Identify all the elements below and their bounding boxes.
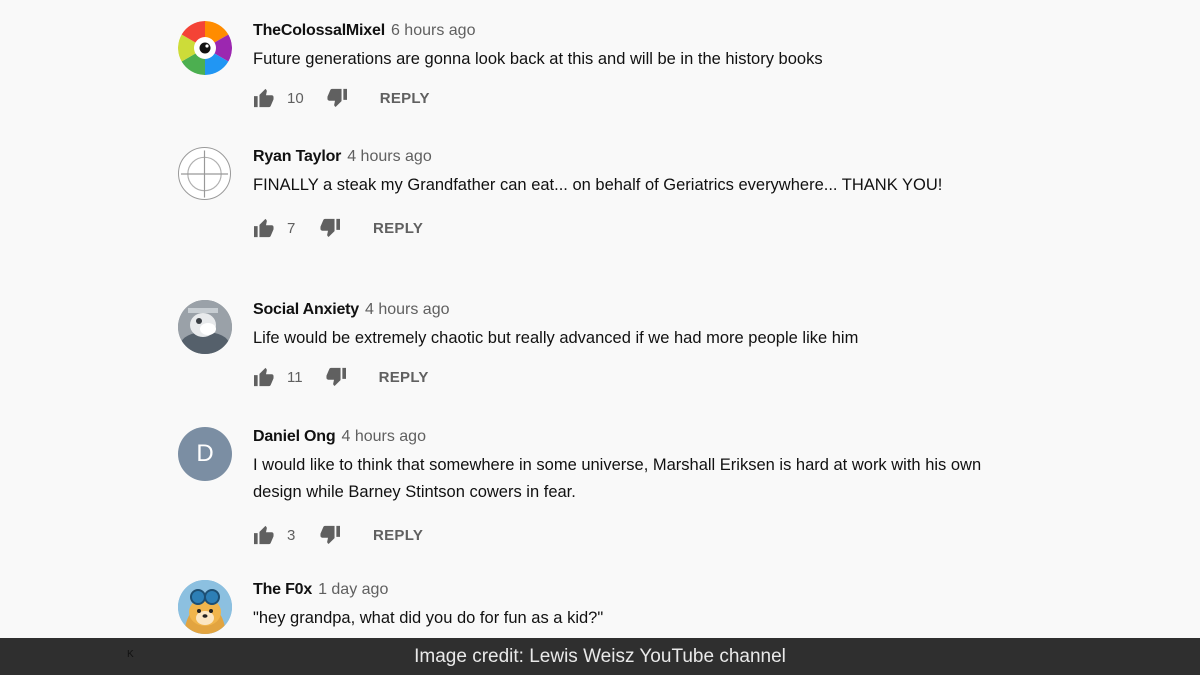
- crosshair-icon: [180, 149, 229, 198]
- comment-text: I would like to think that somewhere in …: [253, 456, 982, 501]
- comment-author[interactable]: Ryan Taylor: [253, 148, 341, 165]
- like-icon[interactable]: [253, 367, 275, 387]
- dislike-icon[interactable]: [319, 218, 341, 238]
- like-icon[interactable]: [253, 88, 275, 108]
- image-credit: Image credit: Lewis Weisz YouTube channe…: [414, 645, 786, 667]
- avatar-initial: D: [196, 440, 214, 467]
- avatar[interactable]: [178, 147, 231, 200]
- comment-text: FINALLY a steak my Grandfather can eat..…: [253, 176, 943, 194]
- comment-author[interactable]: Daniel Ong: [253, 428, 336, 445]
- dislike-icon[interactable]: [325, 367, 347, 387]
- avatar[interactable]: [178, 21, 232, 75]
- dislike-icon[interactable]: [326, 88, 348, 108]
- like-count: 7: [287, 219, 296, 237]
- comment-actions: 7 REPLY: [253, 216, 1013, 240]
- comment-text: Future generations are gonna look back a…: [253, 50, 823, 68]
- comment-time[interactable]: 4 hours ago: [347, 148, 432, 165]
- comment-actions: 10 REPLY: [253, 86, 1013, 110]
- comment-text: "hey grandpa, what did you do for fun as…: [253, 609, 604, 627]
- like-count: 10: [287, 89, 304, 107]
- avatar[interactable]: D: [178, 427, 232, 481]
- reply-button[interactable]: REPLY: [380, 90, 430, 107]
- comment-author[interactable]: The F0x: [253, 581, 312, 598]
- comment-author[interactable]: Social Anxiety: [253, 301, 359, 318]
- comment-time[interactable]: 1 day ago: [318, 581, 388, 598]
- like-icon[interactable]: [253, 525, 275, 545]
- comment-author[interactable]: TheColossalMixel: [253, 22, 385, 39]
- comment-actions: 3 REPLY: [253, 523, 1013, 547]
- comment-time[interactable]: 4 hours ago: [365, 301, 450, 318]
- profile-photo-icon: [178, 300, 232, 354]
- color-wheel-icon: [178, 21, 232, 75]
- like-count: 3: [287, 526, 296, 544]
- comment-time[interactable]: 6 hours ago: [391, 22, 476, 39]
- avatar[interactable]: [178, 580, 232, 634]
- image-credit-bar: K Image credit: Lewis Weisz YouTube chan…: [0, 638, 1200, 675]
- comment-actions: 11 REPLY: [253, 365, 1013, 389]
- fox-avatar-icon: [178, 580, 232, 634]
- reply-button[interactable]: REPLY: [379, 369, 429, 386]
- reply-button[interactable]: REPLY: [373, 220, 423, 237]
- comments-list: TheColossalMixel 6 hours ago Future gener…: [0, 0, 1200, 638]
- avatar[interactable]: [178, 300, 232, 354]
- like-count: 11: [287, 368, 303, 386]
- comment-time[interactable]: 4 hours ago: [341, 428, 426, 445]
- dislike-icon[interactable]: [319, 525, 341, 545]
- like-icon[interactable]: [253, 218, 275, 238]
- credit-mark: K: [127, 649, 134, 660]
- comment-text: Life would be extremely chaotic but real…: [253, 329, 859, 347]
- reply-button[interactable]: REPLY: [373, 527, 423, 544]
